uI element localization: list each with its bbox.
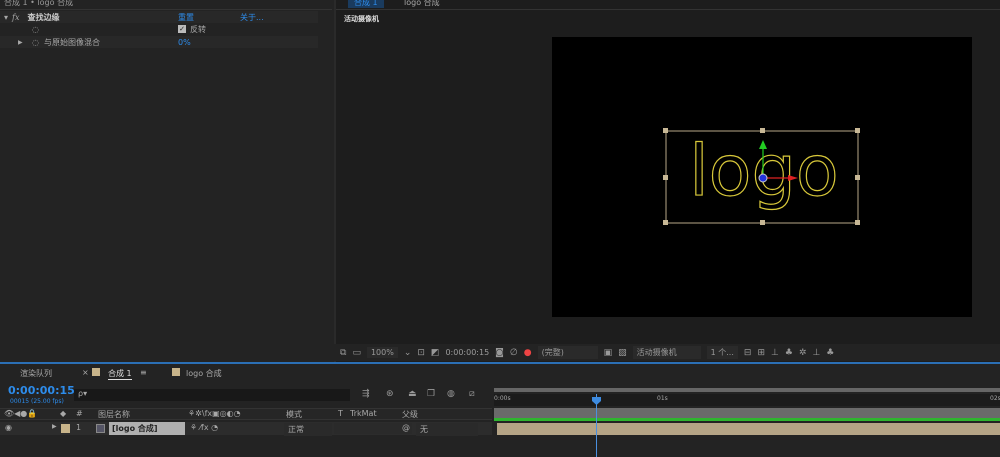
anchor-point[interactable]: [758, 173, 768, 183]
zoom-dropdown[interactable]: 100%: [366, 347, 398, 358]
panel-header: 合成 1 • logo 合成: [4, 0, 74, 7]
camera-snapshot-icon[interactable]: ◙: [495, 348, 504, 358]
ruler-tick: 02s: [990, 395, 1000, 402]
draft-3d-icon[interactable]: ⊛: [386, 389, 394, 399]
stopwatch-icon[interactable]: ◌: [32, 25, 39, 34]
timeline-panel: 渲染队列 × 合成 1 ≡ logo 合成 0:00:00:15 00015 (…: [0, 362, 1000, 457]
viewer-timecode[interactable]: 0:00:00:15: [445, 348, 489, 357]
work-area-bar[interactable]: [494, 408, 1000, 418]
tab-comp-1[interactable]: 合成 1: [348, 0, 384, 8]
effect-name: 查找边缘: [27, 12, 60, 22]
flowchart-icon[interactable]: ♣: [785, 348, 793, 358]
viewer-toolbar: ⧉ ▭ 100% ⌄ ⊡ ◩ 0:00:00:15 ◙ ∅ ● (完整) ▣ ▨ …: [334, 344, 1000, 361]
fast-previews-icon[interactable]: ⊞: [757, 348, 765, 358]
comp-color-label: [92, 368, 100, 376]
tab-render-queue[interactable]: 渲染队列: [20, 368, 52, 379]
region-of-interest-icon[interactable]: ▣: [604, 348, 613, 358]
layer-switches-icons[interactable]: ⚘ ⁄fx ◔: [190, 423, 218, 432]
layer-number: 1: [76, 423, 82, 432]
col-parent: 父级: [402, 410, 418, 419]
magnify-icon[interactable]: ⧉: [340, 348, 346, 358]
col-mode: 模式: [286, 410, 302, 419]
draft-3d-icon[interactable]: ✲: [799, 348, 807, 358]
expand-arrow-icon[interactable]: ▾: [4, 13, 8, 22]
tab-comp-1[interactable]: 合成 1: [108, 368, 132, 380]
views-dropdown[interactable]: 1 个...: [706, 346, 738, 359]
mode-dropdown[interactable]: 正常: [284, 423, 332, 436]
color-channels-icon[interactable]: ●: [524, 348, 532, 358]
tab-logo-comp[interactable]: logo 合成: [404, 0, 440, 8]
motion-blur-icon[interactable]: ◍: [447, 389, 455, 399]
camera-dropdown[interactable]: 活动摄像机: [632, 346, 701, 359]
col-layer-name[interactable]: 图层名称: [98, 409, 130, 420]
composition-mini-flowchart-icon[interactable]: ⇶: [362, 389, 370, 399]
layer-column-header: 👁◀●🔒 ◆ # 图层名称 ⚘✲\fx▣◎◐◔ 模式 T TrkMat 父级: [0, 408, 492, 420]
av-switches-icons: 👁◀●🔒: [4, 409, 38, 418]
layer-label-color[interactable]: [61, 424, 70, 433]
blend-label: 与原始图像混合: [44, 37, 100, 47]
table-row[interactable]: ◉ ▶ 1 [logo 合成] ⚘ ⁄fx ◔ 正常 @ 无: [0, 422, 492, 436]
expand-arrow-icon[interactable]: ▶: [52, 423, 57, 430]
comp-icon: [96, 424, 105, 433]
monitor-icon[interactable]: ▭: [352, 348, 361, 358]
pickwhip-icon[interactable]: @: [402, 423, 410, 432]
shy-layers-icon[interactable]: ⏏: [408, 389, 417, 399]
time-ruler[interactable]: 0:00s 01s 02s: [494, 394, 1000, 406]
layer-switches-icons: ⚘✲\fx▣◎◐◔: [188, 409, 241, 418]
ruler-tick: 0:00s: [494, 395, 511, 402]
mask-visibility-icon[interactable]: ◩: [431, 348, 440, 358]
stopwatch-icon[interactable]: ◌: [32, 38, 39, 47]
show-snapshot-icon[interactable]: ∅: [510, 348, 518, 358]
comp-timeline-icon[interactable]: ⊥: [812, 348, 820, 358]
close-tab-icon[interactable]: ×: [82, 368, 89, 377]
logo-layer[interactable]: logo: [552, 37, 972, 317]
col-t: T: [338, 409, 343, 418]
frame-rate: 00015 (25.00 fps): [10, 398, 64, 405]
tab-logo-comp[interactable]: logo 合成: [186, 368, 222, 379]
ruler-tick: 01s: [657, 395, 668, 402]
parent-dropdown[interactable]: 无: [416, 423, 478, 436]
resolution-dropdown[interactable]: (完整): [537, 346, 598, 359]
invert-checkbox[interactable]: ✓: [178, 25, 186, 33]
col-num: #: [76, 409, 83, 418]
navigator-bar[interactable]: [494, 388, 1000, 392]
reset-link[interactable]: 重置: [178, 12, 194, 23]
trkmat-dropdown[interactable]: [334, 423, 412, 434]
safe-zones-icon[interactable]: ⊡: [417, 348, 425, 358]
col-trkmat: TrkMat: [350, 409, 377, 418]
layer-name[interactable]: [logo 合成]: [109, 422, 185, 435]
fx-icon[interactable]: fx: [12, 13, 19, 22]
effect-controls-panel: 合成 1 • logo 合成 ▾ fx 查找边缘 重置 关于... ◌ ✓ 反转…: [0, 0, 332, 360]
label-icon: ◆: [60, 409, 67, 418]
graph-editor-icon[interactable]: ⧄: [469, 389, 475, 399]
reset-exposure-icon[interactable]: ⊟: [744, 348, 752, 358]
expand-arrow-icon[interactable]: ▶: [18, 39, 23, 46]
comp-color-label: [172, 368, 180, 376]
layer-duration-bar[interactable]: [497, 423, 1000, 435]
eye-icon[interactable]: ◉: [5, 423, 12, 432]
composition-canvas[interactable]: logo: [552, 37, 972, 317]
invert-label: 反转: [190, 24, 206, 34]
transparency-grid-icon[interactable]: ▨: [618, 348, 627, 358]
layer-search-input[interactable]: ρ▾: [74, 389, 350, 401]
camera-label: 活动摄像机: [344, 15, 379, 23]
timeline-icon[interactable]: ⊥: [771, 348, 779, 358]
about-link[interactable]: 关于...: [240, 12, 264, 23]
panel-menu-icon[interactable]: ≡: [140, 368, 147, 377]
blend-value[interactable]: 0%: [178, 38, 191, 47]
frame-blending-icon[interactable]: ❐: [427, 389, 435, 399]
current-timecode[interactable]: 0:00:00:15: [8, 384, 75, 397]
comp-flowchart-icon[interactable]: ♣: [826, 348, 834, 358]
render-cache-bar: [494, 418, 1000, 421]
